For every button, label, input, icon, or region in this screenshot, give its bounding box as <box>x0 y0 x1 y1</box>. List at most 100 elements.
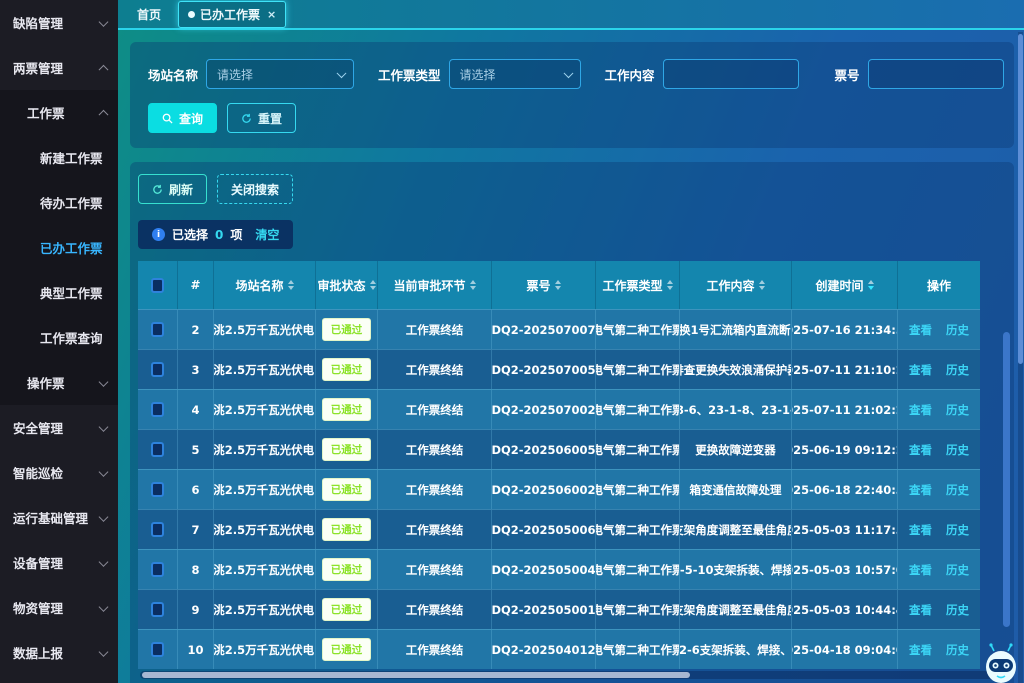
sidebar-item[interactable]: 操作票 <box>0 360 118 405</box>
history-link[interactable]: 历史 <box>946 562 969 578</box>
sidebar-item[interactable]: 智能巡检 <box>0 450 118 495</box>
view-link[interactable]: 查看 <box>909 322 932 338</box>
view-link[interactable]: 查看 <box>909 402 932 418</box>
sort-icon[interactable] <box>370 280 376 290</box>
sidebar-item[interactable]: 物资管理 <box>0 585 118 630</box>
header-cell-content[interactable]: 工作内容 <box>680 261 792 309</box>
sidebar-item[interactable]: 新建工作票 <box>0 135 118 180</box>
sidebar-item[interactable]: 安全管理 <box>0 405 118 450</box>
table-vertical-scrollbar-thumb[interactable] <box>1003 332 1010 627</box>
table-row: 3临洮2.5万千瓦光伏电...已通过工作票终结DQ2-202507005电气第二… <box>138 349 980 389</box>
page-scrollbar[interactable] <box>1018 32 1023 683</box>
cell-work-content: 排查更换失效浪涌保护器 <box>680 350 792 389</box>
sidebar-item[interactable]: 典型工作票 <box>0 270 118 315</box>
cell-operations: 查看历史 <box>898 470 980 509</box>
sidebar-item-label: 工作票查询 <box>40 328 103 347</box>
view-link[interactable]: 查看 <box>909 522 932 538</box>
cell-operations: 查看历史 <box>898 590 980 629</box>
filter-row: 场站名称 请选择 工作票类型 请选择 工作内 <box>148 59 996 89</box>
row-checkbox[interactable] <box>151 482 164 497</box>
history-link[interactable]: 历史 <box>946 362 969 378</box>
info-icon: i <box>152 228 165 241</box>
sidebar-item[interactable]: 待办工作票 <box>0 180 118 225</box>
view-link[interactable]: 查看 <box>909 482 932 498</box>
chevron-down-icon <box>99 602 109 612</box>
close-search-button[interactable]: 关闭搜索 <box>217 174 293 204</box>
status-badge: 已通过 <box>322 318 372 341</box>
horizontal-scrollbar-thumb[interactable] <box>142 672 690 678</box>
page-scrollbar-thumb[interactable] <box>1018 34 1023 364</box>
history-link[interactable]: 历史 <box>946 602 969 618</box>
row-checkbox[interactable] <box>151 522 164 537</box>
sidebar-item-label: 数据上报 <box>13 643 63 662</box>
sort-icon[interactable] <box>288 280 294 290</box>
horizontal-scrollbar[interactable] <box>140 671 996 679</box>
assistant-robot-icon[interactable] <box>980 643 1022 683</box>
sort-icon[interactable] <box>759 280 765 290</box>
refresh-button[interactable]: 刷新 <box>138 174 207 204</box>
cell-created-time: 2025-06-18 22:40:36 <box>792 470 898 509</box>
work-content-input[interactable] <box>663 59 799 89</box>
header-cell-ticket_no[interactable]: 票号 <box>492 261 596 309</box>
ticket-type-placeholder: 请选择 <box>460 66 496 83</box>
row-checkbox[interactable] <box>151 442 164 457</box>
view-link[interactable]: 查看 <box>909 562 932 578</box>
tab-done-work-tickets[interactable]: 已办工作票 × <box>178 1 286 28</box>
column-label: 审批状态 <box>317 277 365 294</box>
ticket-type-select[interactable]: 请选择 <box>449 59 581 89</box>
reset-button[interactable]: 重置 <box>227 103 296 133</box>
sidebar-item[interactable]: 工作票 <box>0 90 118 135</box>
row-checkbox[interactable] <box>151 322 164 337</box>
search-button[interactable]: 查询 <box>148 103 217 133</box>
view-link[interactable]: 查看 <box>909 442 932 458</box>
history-link[interactable]: 历史 <box>946 442 969 458</box>
row-checkbox[interactable] <box>151 642 164 657</box>
history-link[interactable]: 历史 <box>946 482 969 498</box>
filter-work-content: 工作内容 <box>605 59 799 89</box>
sidebar-item[interactable]: 缺陷管理 <box>0 0 118 45</box>
history-link[interactable]: 历史 <box>946 522 969 538</box>
chevron-down-icon <box>99 512 109 522</box>
row-checkbox[interactable] <box>151 402 164 417</box>
row-checkbox[interactable] <box>151 602 164 617</box>
cell-operations: 查看历史 <box>898 510 980 549</box>
sidebar-item[interactable]: 数据上报 <box>0 630 118 675</box>
sort-icon[interactable] <box>868 280 874 290</box>
header-cell-step[interactable]: 当前审批环节 <box>378 261 492 309</box>
sort-icon[interactable] <box>667 280 673 290</box>
header-cell-status[interactable]: 审批状态 <box>316 261 378 309</box>
sidebar-item[interactable]: 两票管理 <box>0 45 118 90</box>
cell-checkbox <box>138 310 178 349</box>
sidebar-item[interactable]: 设备管理 <box>0 540 118 585</box>
view-link[interactable]: 查看 <box>909 362 932 378</box>
sidebar-item[interactable]: 运行基础管理 <box>0 495 118 540</box>
sidebar-item[interactable]: 工作票查询 <box>0 315 118 360</box>
header-cell-type[interactable]: 工作票类型 <box>596 261 680 309</box>
row-checkbox[interactable] <box>151 562 164 577</box>
history-link[interactable]: 历史 <box>946 402 969 418</box>
tab-home[interactable]: 首页 <box>128 2 170 27</box>
cell-operations: 查看历史 <box>898 550 980 589</box>
history-link[interactable]: 历史 <box>946 642 969 658</box>
sidebar-item[interactable]: 已办工作票 <box>0 225 118 270</box>
history-link[interactable]: 历史 <box>946 322 969 338</box>
header-cell-station[interactable]: 场站名称 <box>214 261 316 309</box>
select-all-checkbox[interactable] <box>151 278 164 293</box>
tab-close-icon[interactable]: × <box>267 8 276 21</box>
status-badge: 已通过 <box>322 398 372 421</box>
sort-icon[interactable] <box>555 280 561 290</box>
header-cell-created[interactable]: 创建时间 <box>792 261 898 309</box>
ticket-no-input[interactable] <box>868 59 1004 89</box>
sort-icon[interactable] <box>470 280 476 290</box>
work-ticket-table: #场站名称审批状态当前审批环节票号工作票类型工作内容创建时间操作 2临洮2.5万… <box>138 261 980 669</box>
sidebar-item-label: 智能巡检 <box>13 463 63 482</box>
close-search-label: 关闭搜索 <box>231 181 279 198</box>
cell-station: 临洮2.5万千瓦光伏电... <box>214 350 316 389</box>
view-link[interactable]: 查看 <box>909 642 932 658</box>
clear-selection-link[interactable]: 清空 <box>255 226 279 243</box>
cell-checkbox <box>138 470 178 509</box>
view-link[interactable]: 查看 <box>909 602 932 618</box>
station-name-select[interactable]: 请选择 <box>206 59 354 89</box>
cell-index: 7 <box>178 510 214 549</box>
row-checkbox[interactable] <box>151 362 164 377</box>
